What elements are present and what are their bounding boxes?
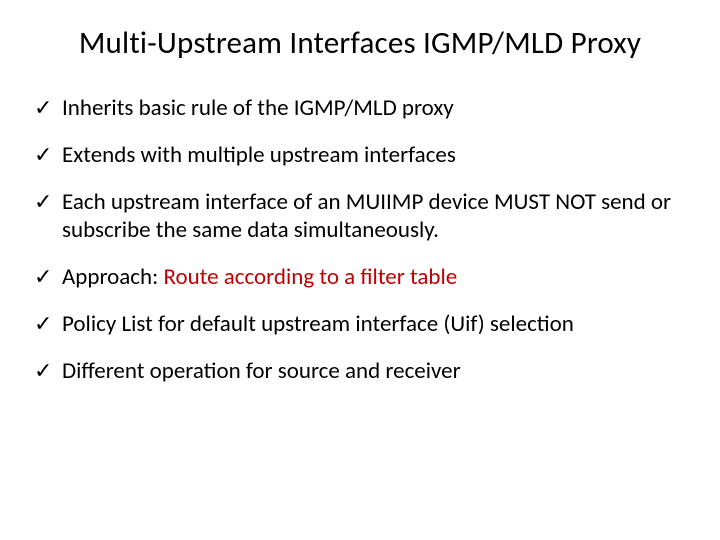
list-item: Extends with multiple upstream interface…: [34, 141, 686, 170]
slide: Multi-Upstream Interfaces IGMP/MLD Proxy…: [0, 0, 720, 540]
list-item: Policy List for default upstream interfa…: [34, 310, 686, 339]
list-item: Different operation for source and recei…: [34, 357, 686, 386]
bullet-text: Each upstream interface of an MUIIMP dev…: [62, 188, 671, 245]
list-item: Inherits basic rule of the IGMP/MLD prox…: [34, 94, 686, 123]
list-item: Approach: Route according to a filter ta…: [34, 263, 686, 292]
list-item: Each upstream interface of an MUIIMP dev…: [34, 188, 686, 246]
bullet-text: Policy List for default upstream interfa…: [62, 310, 574, 338]
bullet-list: Inherits basic rule of the IGMP/MLD prox…: [34, 94, 686, 385]
slide-title: Multi-Upstream Interfaces IGMP/MLD Proxy: [34, 24, 686, 62]
bullet-text: Inherits basic rule of the IGMP/MLD prox…: [62, 94, 454, 122]
bullet-text-highlight: Route according to a filter table: [163, 263, 457, 291]
bullet-text-prefix: Approach:: [62, 263, 163, 291]
bullet-text: Different operation for source and recei…: [62, 357, 461, 385]
bullet-text: Extends with multiple upstream interface…: [62, 141, 456, 169]
